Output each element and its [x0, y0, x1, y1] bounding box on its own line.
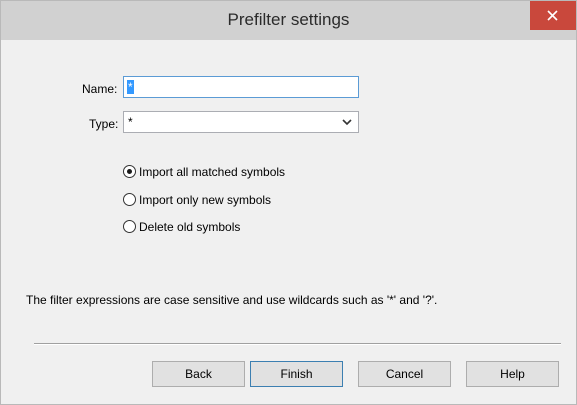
radio-label: Delete old symbols: [139, 220, 241, 234]
close-button[interactable]: [530, 1, 576, 30]
finish-button[interactable]: Finish: [250, 361, 343, 387]
radio-button[interactable]: [123, 220, 136, 233]
dialog-title: Prefilter settings: [227, 10, 350, 29]
back-button[interactable]: Back: [152, 361, 245, 387]
radio-label: Import only new symbols: [139, 193, 272, 207]
type-label: Type:: [89, 117, 119, 131]
filter-note: The filter expressions are case sensitiv…: [26, 293, 438, 307]
radio-button[interactable]: [123, 165, 136, 178]
close-icon: [547, 10, 558, 21]
divider: [34, 343, 561, 345]
name-input-value: *: [127, 80, 134, 94]
radio-button[interactable]: [123, 193, 136, 206]
radio-selected-dot: [127, 169, 132, 174]
cancel-button[interactable]: Cancel: [358, 361, 451, 387]
help-button[interactable]: Help: [466, 361, 559, 387]
chevron-down-icon: [342, 119, 352, 126]
type-select-value: *: [128, 115, 133, 129]
prefilter-settings-dialog: Prefilter settings Name: * Type: * Impor…: [0, 0, 577, 405]
dialog-body: Name: * Type: * Import all matched symbo…: [9, 40, 568, 396]
title-bar: Prefilter settings: [1, 1, 576, 40]
name-input[interactable]: *: [123, 76, 359, 98]
radio-label: Import all matched symbols: [139, 165, 286, 179]
type-select[interactable]: *: [123, 111, 359, 133]
name-label: Name:: [82, 82, 118, 96]
